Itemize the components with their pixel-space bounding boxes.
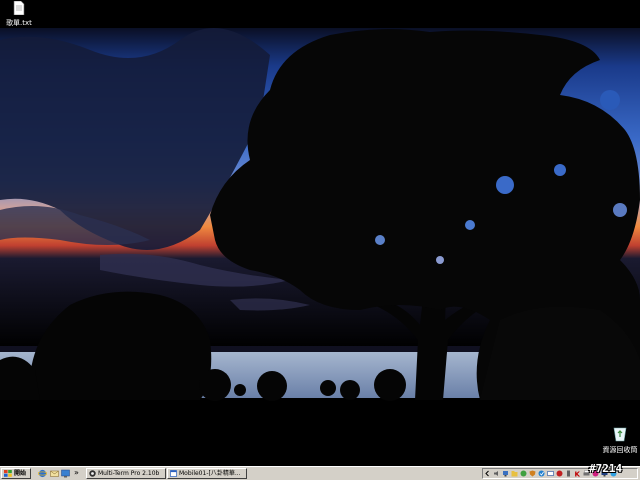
antivirus-icon[interactable] [556, 470, 563, 477]
volume-icon[interactable] [493, 470, 500, 477]
recycle-bin-icon [613, 427, 627, 442]
start-label: 開始 [14, 470, 27, 477]
text-file-icon [13, 0, 25, 16]
network-icon[interactable] [502, 470, 509, 477]
update-icon[interactable] [538, 470, 545, 477]
chevron-left-icon[interactable] [484, 470, 491, 477]
task-button-mobile01[interactable]: Mobile01-[八卦精華... [167, 468, 247, 479]
watermark-text: #7214 [589, 462, 623, 475]
task-label: Multi-Term Pro 2.10b [98, 470, 160, 477]
terminal-icon [89, 470, 96, 477]
desktop-icon-label: 歌單.txt [6, 19, 32, 27]
windows-logo-icon [4, 470, 12, 477]
quick-launch-chevron[interactable]: » [74, 468, 79, 478]
taskbar: 開始 » Multi-Term Pro 2.10b Mobile01-[八卦精華… [0, 466, 640, 480]
desktop-icon[interactable] [61, 469, 70, 478]
task-button-multiterm[interactable]: Multi-Term Pro 2.10b [86, 468, 166, 479]
desktop-icon-recycle-bin[interactable]: 資源回收筒 [597, 426, 640, 455]
chat-icon[interactable] [520, 470, 527, 477]
task-label: Mobile01-[八卦精華... [179, 470, 241, 477]
desktop: 歌單.txt 資源回收筒 [0, 0, 640, 466]
wallpaper [0, 0, 640, 466]
mail-icon[interactable] [547, 470, 554, 477]
browser-icon [170, 470, 177, 477]
shield-icon[interactable] [529, 470, 536, 477]
desktop-icon-text-file[interactable]: 歌單.txt [0, 0, 42, 28]
outlook-icon[interactable] [50, 469, 59, 478]
folder-icon[interactable] [511, 470, 518, 477]
ie-icon[interactable] [38, 469, 47, 478]
svg-text:K: K [575, 470, 581, 477]
desktop-icon-label: 資源回收筒 [602, 446, 638, 454]
usb-icon[interactable] [565, 470, 572, 477]
start-button[interactable]: 開始 [1, 468, 31, 479]
kaspersky-icon[interactable]: K [574, 470, 581, 477]
